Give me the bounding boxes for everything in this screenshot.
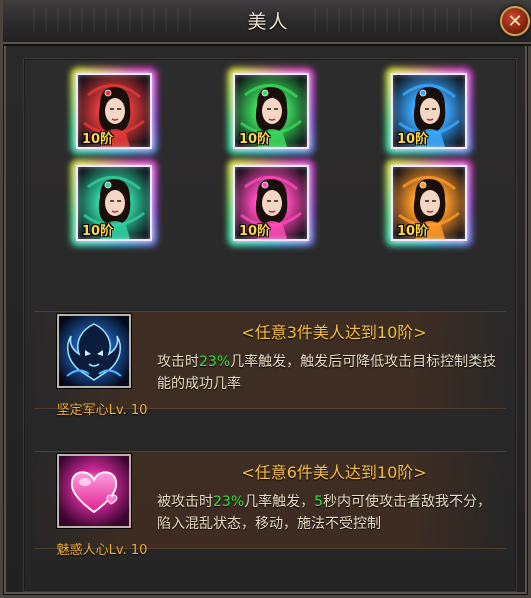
desc-text: 被攻击时: [157, 494, 213, 510]
rank-label: 10阶: [82, 224, 114, 239]
close-icon: ✕: [507, 10, 523, 32]
skill-name: 魅惑人心Lv. 10: [56, 543, 148, 558]
beauty-window: 美人 ✕ 10阶 10阶 10阶 10阶 10阶 10阶 坚定军心Lv. 10 …: [0, 0, 531, 598]
desc-highlight: 23%: [199, 354, 231, 370]
skill-requirement: <任意3件美人达到10阶>: [241, 323, 427, 342]
rank-label: 10阶: [397, 224, 429, 239]
desc-highlight: 5: [314, 494, 324, 510]
beauty-card[interactable]: 10阶: [70, 159, 158, 247]
skill-entry-1: 坚定军心Lv. 10 <任意3件美人达到10阶> 攻击时23%几率触发，触发后可…: [24, 303, 516, 443]
skill-entry-2: 魅惑人心Lv. 10 <任意6件美人达到10阶> 被攻击时23%几率触发，5秒内…: [24, 443, 516, 583]
beauty-card[interactable]: 10阶: [70, 67, 158, 155]
beauty-card[interactable]: 10阶: [385, 159, 473, 247]
blue-warrior-spirit-icon[interactable]: [57, 314, 131, 388]
skill-description: 攻击时23%几率触发，触发后可降低攻击目标控制类技能的成功几率: [157, 351, 502, 395]
rank-label: 10阶: [82, 132, 114, 147]
window-title: 美人: [247, 11, 290, 33]
desc-text: 攻击时: [157, 354, 199, 370]
desc-highlight: 23%: [213, 494, 245, 510]
close-button[interactable]: ✕: [500, 6, 530, 36]
skill-name: 坚定军心Lv. 10: [56, 403, 148, 418]
rank-label: 10阶: [239, 132, 271, 147]
beauty-card[interactable]: 10阶: [385, 67, 473, 155]
rank-label: 10阶: [397, 132, 429, 147]
beauty-card[interactable]: 10阶: [227, 159, 315, 247]
rank-label: 10阶: [239, 224, 271, 239]
pink-heart-icon[interactable]: [57, 454, 131, 528]
beauty-card[interactable]: 10阶: [227, 67, 315, 155]
desc-text: 几率触发，: [244, 494, 315, 510]
title-bar: 美人 ✕: [3, 0, 531, 44]
skill-description: 被攻击时23%几率触发，5秒内可使攻击者敌我不分，陷入混乱状态，移动，施法不受控…: [157, 491, 502, 535]
skill-requirement: <任意6件美人达到10阶>: [241, 463, 427, 482]
content-panel: 10阶 10阶 10阶 10阶 10阶 10阶 坚定军心Lv. 10 <任意3件…: [23, 58, 517, 592]
